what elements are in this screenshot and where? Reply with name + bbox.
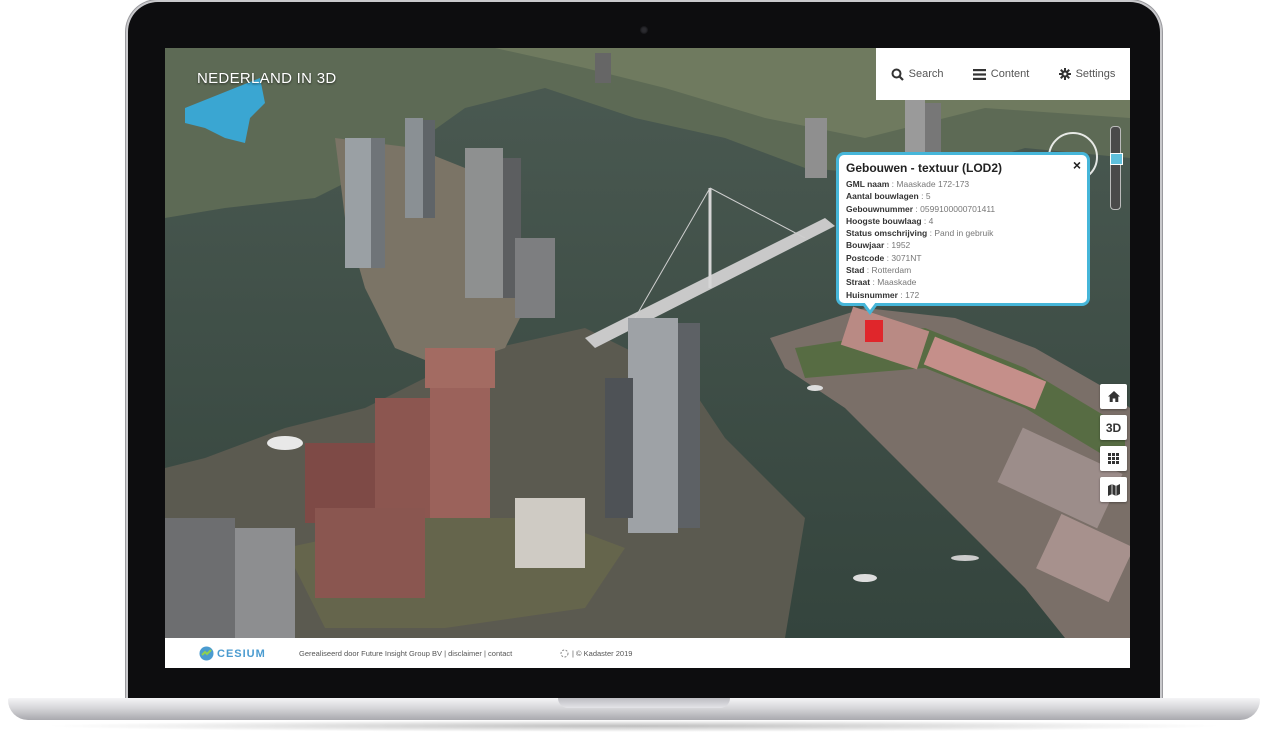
zoom-slider-handle[interactable]	[1110, 153, 1123, 165]
popup-attribute: Bouwjaar : 1952	[846, 240, 911, 251]
kadaster-credit: | © Kadaster 2019	[560, 649, 632, 658]
attr-value: Rotterdam	[871, 265, 912, 276]
attr-key: Postcode	[846, 252, 885, 263]
app-title: NEDERLAND IN 3D	[197, 70, 337, 87]
home-button[interactable]	[1100, 384, 1127, 409]
attr-value: 4	[928, 215, 934, 226]
gear-icon	[1058, 68, 1071, 80]
feature-info-popup: Gebouwen - textuur (LOD2) × GML naam : M…	[836, 152, 1090, 306]
attr-value: Maaskade 172-173	[896, 179, 970, 189]
3d-mode-button[interactable]: 3D	[1100, 415, 1127, 440]
popup-attribute: Status omschrijving : Pand in gebruik	[846, 228, 994, 239]
cesium-logo-text: CESIUM	[217, 647, 266, 660]
map-icon	[1107, 483, 1120, 496]
loading-spinner-icon	[560, 649, 569, 658]
attr-value: 1952	[891, 240, 911, 251]
popup-title: Gebouwen - textuur (LOD2)	[846, 161, 1002, 175]
popup-attribute: Aantal bouwlagen : 5	[846, 191, 931, 202]
app-screen: NEDERLAND IN 3D Search Content Settings …	[165, 48, 1130, 668]
contact-link[interactable]: contact	[488, 649, 512, 658]
grid-icon	[1108, 453, 1119, 464]
attr-value: Pand in gebruik	[934, 228, 994, 239]
map-button[interactable]	[1100, 477, 1127, 502]
menu-settings[interactable]: Settings	[1058, 68, 1116, 80]
cesium-logo[interactable]: CESIUM	[199, 646, 266, 661]
credit-text: Gerealiseerd door Future Insight Group B…	[299, 649, 442, 658]
city-scene	[165, 48, 1130, 638]
attr-key: Straat	[846, 277, 871, 288]
attr-value: Maaskade	[877, 277, 917, 288]
menu-content[interactable]: Content	[972, 68, 1030, 80]
attr-value: 172	[905, 289, 920, 300]
grid-button[interactable]	[1100, 446, 1127, 471]
laptop-shadow	[40, 720, 1228, 732]
attr-key: GML naam	[846, 179, 890, 189]
popup-attribute: Hoogste bouwlaag : 4	[846, 215, 934, 226]
menu-search-label: Search	[908, 68, 944, 80]
popup-attribute: Straat : Maaskade	[846, 277, 917, 288]
popup-attribute: GML naam : Maaskade 172-173	[846, 179, 970, 189]
attr-key: Status omschrijving	[846, 228, 928, 239]
attr-key: Hoogste bouwlaag	[846, 215, 922, 226]
disclaimer-link[interactable]: disclaimer	[448, 649, 482, 658]
kadaster-text: | © Kadaster 2019	[572, 649, 633, 658]
credit-separator: |	[444, 649, 447, 658]
attr-value: 3071NT	[891, 252, 922, 263]
attr-key: Huisnummer	[846, 289, 898, 300]
footer-bar: CESIUM Gerealiseerd door Future Insight …	[165, 638, 1130, 668]
home-icon	[1107, 391, 1120, 402]
attr-value: 5	[925, 191, 931, 202]
attr-key: Aantal bouwlagen	[846, 191, 919, 202]
attr-key: Stad	[846, 265, 865, 276]
top-menu: Search Content Settings	[876, 48, 1130, 100]
footer-credit: Gerealiseerd door Future Insight Group B…	[299, 649, 512, 658]
attr-key: Bouwjaar	[846, 240, 885, 251]
menu-icon	[972, 68, 986, 80]
popup-pointer-inner	[864, 302, 876, 310]
popup-attribute: Huisnummer : 172	[846, 289, 920, 300]
attr-key: Gebouwnummer	[846, 203, 914, 214]
popup-attribute: Stad : Rotterdam	[846, 265, 912, 276]
credit-separator: |	[484, 649, 486, 658]
cesium-logo-icon	[199, 646, 214, 661]
search-icon	[891, 68, 904, 81]
3d-map-viewer[interactable]	[165, 48, 1130, 638]
laptop-base-notch	[558, 698, 730, 708]
zoom-slider[interactable]	[1110, 126, 1121, 210]
menu-search[interactable]: Search	[891, 68, 944, 81]
laptop-camera	[640, 26, 648, 34]
popup-attribute: Gebouwnummer : 0599100000701411	[846, 203, 996, 214]
popup-close-button[interactable]: ×	[1073, 158, 1081, 172]
menu-content-label: Content	[990, 68, 1030, 80]
popup-attribute: Postcode : 3071NT	[846, 252, 922, 263]
menu-settings-label: Settings	[1075, 68, 1116, 80]
attr-value: 0599100000701411	[920, 203, 996, 214]
